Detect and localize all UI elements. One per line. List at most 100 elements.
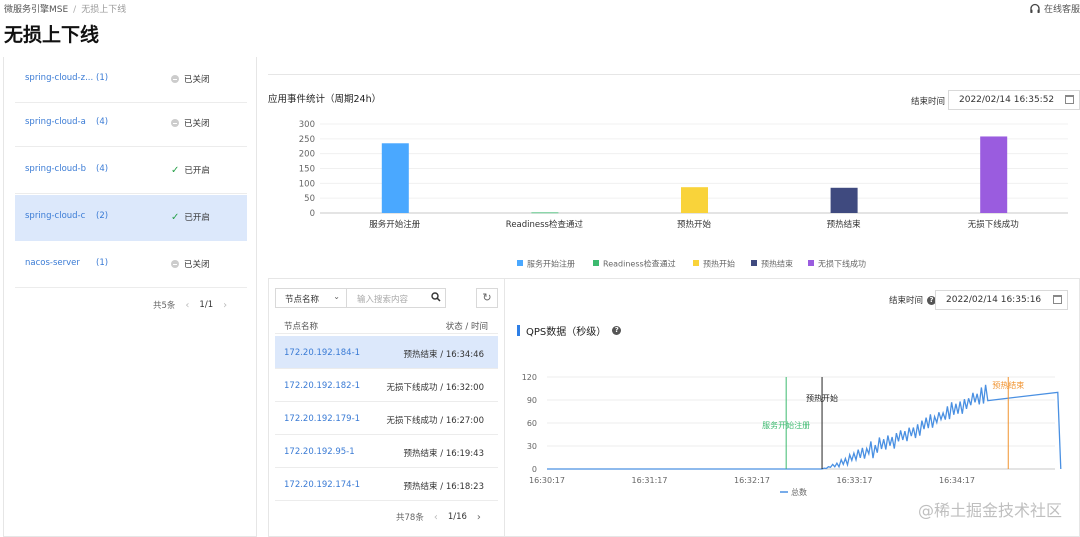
app-status: ✓ 已开启 — [171, 164, 210, 177]
y-tick-label: 250 — [299, 135, 315, 145]
app-status: 已关闭 — [171, 117, 210, 129]
next-page-icon[interactable]: › — [477, 512, 481, 523]
app-status: 已关闭 — [171, 258, 210, 270]
legend-label[interactable]: 无损下线成功 — [818, 259, 866, 269]
app-instance-count: (2) — [96, 211, 109, 221]
qps-title-text: QPS数据（秒级） — [526, 327, 607, 338]
disabled-icon — [171, 75, 179, 83]
column-node-name: 节点名称 — [284, 322, 319, 332]
table-row[interactable]: 172.20.192.184-1 预热结束 / 16:34:46 — [275, 336, 498, 369]
y-tick-label: 300 — [299, 120, 315, 130]
legend-label[interactable]: 总数 — [791, 487, 807, 497]
app-item[interactable]: spring-cloud-c (2) ✓ 已开启 — [15, 195, 247, 241]
app-name: spring-cloud-b — [25, 164, 87, 174]
event-marker-label: 预热结束 — [992, 380, 1024, 390]
app-instance-count: (1) — [96, 73, 109, 83]
search-placeholder: 输入搜索内容 — [357, 295, 409, 305]
qps-end-time-picker[interactable]: 2022/02/14 16:35:16 — [935, 290, 1068, 310]
legend-label[interactable]: 预热结束 — [761, 259, 793, 269]
bar[interactable] — [980, 136, 1008, 213]
bar[interactable] — [830, 187, 858, 213]
app-name: spring-cloud-c — [25, 211, 86, 221]
x-tick-label: 无损下线成功 — [968, 219, 1019, 230]
table-row[interactable]: 172.20.192.95-1 预热结束 / 16:19:43 — [275, 435, 498, 468]
table-row[interactable]: 172.20.192.182-1 无损下线成功 / 16:32:00 — [275, 369, 498, 402]
table-row[interactable]: 172.20.192.174-1 预热结束 / 16:18:23 — [275, 468, 498, 501]
legend-swatch — [517, 260, 523, 266]
bar[interactable] — [681, 187, 708, 213]
app-item[interactable]: spring-cloud-b (4) ✓ 已开启 — [15, 148, 247, 194]
stats-end-time-value: 2022/02/14 16:35:52 — [959, 95, 1055, 105]
y-tick-label: 30 — [527, 442, 537, 451]
online-service-label: 在线客服 — [1043, 5, 1080, 15]
node-status-time: 预热结束 / 16:34:46 — [403, 350, 484, 360]
chevron-down-icon: ⌄ — [333, 292, 340, 301]
qps-end-time-value: 2022/02/14 16:35:16 — [946, 295, 1042, 305]
x-tick-label: 预热结束 — [827, 219, 862, 230]
legend-swatch — [693, 260, 699, 266]
event-marker-label: 服务开始注册 — [762, 420, 810, 430]
legend-label[interactable]: Readiness检查通过 — [603, 259, 676, 269]
legend-label[interactable]: 服务开始注册 — [527, 259, 575, 269]
prev-page-icon[interactable]: ‹ — [434, 512, 438, 523]
node-table-header: 节点名称 状态 / 时间 — [275, 316, 498, 334]
x-tick-label: 16:33:17 — [837, 476, 873, 485]
app-total: 共5条 — [153, 301, 176, 311]
app-page-indicator: 1/1 — [199, 300, 214, 310]
y-tick-label: 50 — [304, 194, 315, 204]
node-ip[interactable]: 172.20.192.182-1 — [284, 381, 360, 391]
app-instance-count: (1) — [96, 258, 109, 268]
node-field-select-value: 节点名称 — [285, 295, 320, 305]
node-ip[interactable]: 172.20.192.179-1 — [284, 414, 360, 424]
refresh-icon: ↻ — [482, 291, 492, 304]
app-status-text: 已关闭 — [184, 260, 210, 270]
title-accent-bar — [517, 325, 520, 336]
node-ip[interactable]: 172.20.192.174-1 — [284, 480, 360, 490]
node-search-input[interactable]: 输入搜索内容 — [346, 288, 446, 308]
y-tick-label: 150 — [299, 165, 315, 175]
bar[interactable] — [381, 143, 409, 213]
app-list-panel: spring-cloud-z... (1) 已关闭 spring-cloud-a (4)… — [3, 57, 257, 537]
page-title: 无损上下线 — [4, 24, 100, 46]
check-icon: ✓ — [171, 211, 180, 223]
y-tick-label: 60 — [527, 419, 537, 428]
prev-page-icon[interactable]: ‹ — [185, 300, 189, 311]
stats-end-label: 结束时间 — [911, 97, 946, 107]
breadcrumb-current: 无损上下线 — [81, 5, 127, 15]
app-item[interactable]: spring-cloud-a (4) 已关闭 — [15, 101, 247, 147]
stats-end-time-picker[interactable]: 2022/02/14 16:35:52 — [948, 90, 1080, 110]
node-ip[interactable]: 172.20.192.95-1 — [284, 447, 355, 457]
app-item[interactable]: nacos-server (1) 已关闭 — [15, 242, 247, 288]
table-row[interactable]: 172.20.192.179-1 无损下线成功 / 16:27:00 — [275, 402, 498, 435]
refresh-button[interactable]: ↻ — [476, 288, 498, 308]
x-tick-label: 服务开始注册 — [369, 219, 421, 230]
event-marker-label: 预热开始 — [806, 393, 838, 403]
qps-end-label-group: 结束时间 ? — [889, 294, 937, 306]
app-status-text: 已开启 — [184, 213, 210, 223]
node-field-select[interactable]: 节点名称 ⌄ — [275, 288, 347, 308]
online-service-button[interactable]: 在线客服 — [1029, 2, 1080, 15]
x-tick-label: 16:34:17 — [939, 476, 975, 485]
search-icon[interactable] — [431, 292, 441, 302]
calendar-icon — [1053, 295, 1062, 304]
app-item[interactable]: spring-cloud-z... (1) 已关闭 — [15, 57, 247, 103]
qps-title: QPS数据（秒级） ? — [517, 323, 622, 338]
app-status: ✓ 已开启 — [171, 211, 210, 224]
bar[interactable] — [531, 212, 559, 214]
app-status-text: 已关闭 — [184, 75, 210, 85]
stats-title: 应用事件统计（周期24h） — [268, 94, 382, 105]
node-status-time: 无损下线成功 / 16:32:00 — [386, 383, 484, 393]
y-tick-label: 90 — [527, 396, 537, 405]
node-status-time: 预热结束 / 16:18:23 — [403, 482, 484, 492]
app-name: spring-cloud-a — [25, 117, 86, 127]
calendar-icon — [1065, 95, 1074, 104]
next-page-icon[interactable]: › — [223, 300, 227, 311]
node-ip[interactable]: 172.20.192.184-1 — [284, 348, 360, 358]
help-icon[interactable]: ? — [612, 326, 622, 335]
legend-label[interactable]: 预热开始 — [703, 259, 735, 269]
app-instance-count: (4) — [96, 164, 109, 174]
x-tick-label: 预热开始 — [677, 219, 712, 230]
column-status-time: 状态 / 时间 — [445, 322, 488, 332]
divider — [268, 74, 1080, 75]
breadcrumb-root[interactable]: 微服务引擎MSE — [4, 5, 68, 15]
